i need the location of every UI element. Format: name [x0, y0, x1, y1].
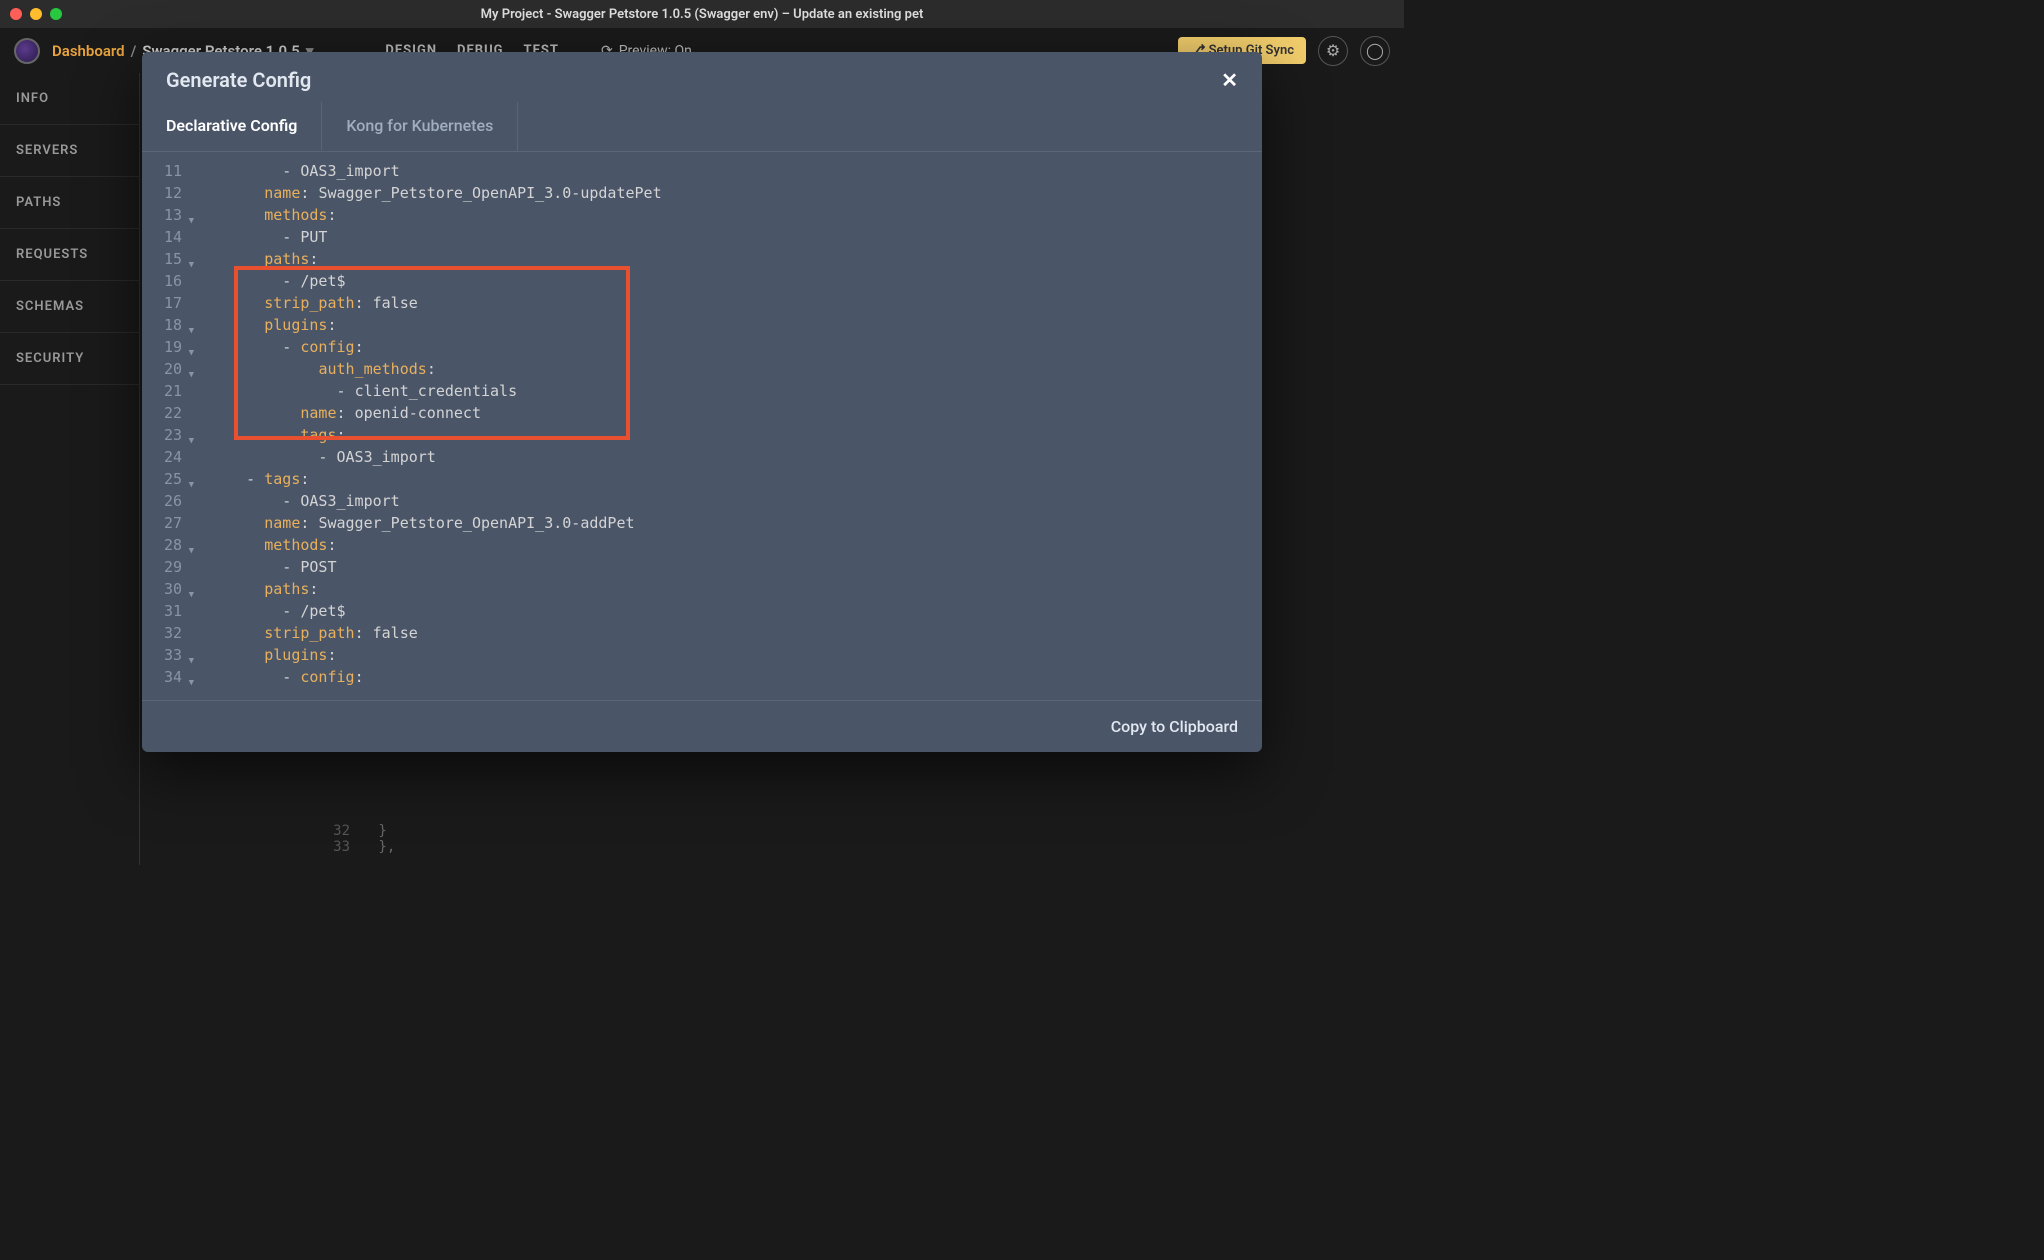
code-line: 16 - /pet$ — [142, 270, 1262, 292]
code-line: 13▼ methods: — [142, 204, 1262, 226]
code-line: 18▼ plugins: — [142, 314, 1262, 336]
code-line: 19▼ - config: — [142, 336, 1262, 358]
code-line: 11 - OAS3_import — [142, 160, 1262, 182]
code-line: 21 - client_credentials — [142, 380, 1262, 402]
config-code-area[interactable]: 11 - OAS3_import12 name: Swagger_Petstor… — [142, 152, 1262, 700]
code-line: 28▼ methods: — [142, 534, 1262, 556]
tab-declarative-config[interactable]: Declarative Config — [142, 102, 322, 151]
code-line: 26 - OAS3_import — [142, 490, 1262, 512]
code-line: 30▼ paths: — [142, 578, 1262, 600]
code-line: 33▼ plugins: — [142, 644, 1262, 666]
code-line: 23▼ tags: — [142, 424, 1262, 446]
code-line: 12 name: Swagger_Petstore_OpenAPI_3.0-up… — [142, 182, 1262, 204]
modal-footer: Copy to Clipboard — [142, 700, 1262, 752]
modal-header: Generate Config ✕ — [142, 52, 1262, 102]
code-line: 29 - POST — [142, 556, 1262, 578]
code-line: 25▼ - tags: — [142, 468, 1262, 490]
code-line: 31 - /pet$ — [142, 600, 1262, 622]
code-line: 32 strip_path: false — [142, 622, 1262, 644]
modal-close-button[interactable]: ✕ — [1221, 68, 1238, 92]
code-line: 34▼ - config: — [142, 666, 1262, 688]
code-line: 27 name: Swagger_Petstore_OpenAPI_3.0-ad… — [142, 512, 1262, 534]
code-line: 22 name: openid-connect — [142, 402, 1262, 424]
modal-tabs: Declarative Config Kong for Kubernetes — [142, 102, 1262, 152]
modal-title: Generate Config — [166, 68, 311, 92]
code-line: 20▼ auth_methods: — [142, 358, 1262, 380]
code-line: 24 - OAS3_import — [142, 446, 1262, 468]
modal-overlay: Generate Config ✕ Declarative Config Kon… — [0, 0, 1404, 865]
generate-config-modal: Generate Config ✕ Declarative Config Kon… — [142, 52, 1262, 752]
code-line: 14 - PUT — [142, 226, 1262, 248]
code-line: 15▼ paths: — [142, 248, 1262, 270]
tab-kong-kubernetes[interactable]: Kong for Kubernetes — [322, 102, 518, 151]
code-line: 17 strip_path: false — [142, 292, 1262, 314]
copy-to-clipboard-button[interactable]: Copy to Clipboard — [1111, 717, 1238, 736]
